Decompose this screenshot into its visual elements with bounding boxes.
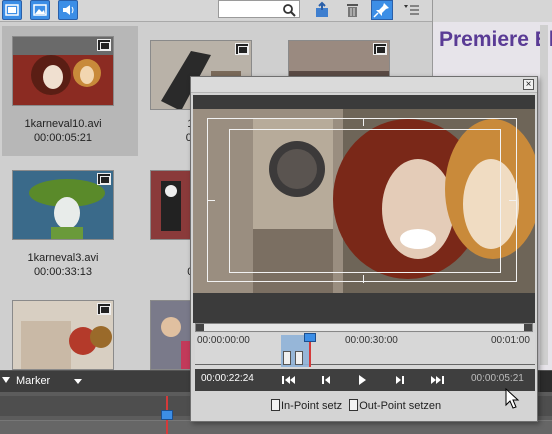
- audio-filter-icon: [63, 5, 74, 15]
- chevron-down-icon: [74, 379, 82, 384]
- in-point-icon: [271, 399, 280, 411]
- search-icon: [283, 4, 296, 17]
- ruler-mid-time: 00:00:30:00: [345, 335, 398, 346]
- timeline-track[interactable]: [0, 420, 552, 434]
- preview-time-ruler[interactable]: 00:00:00:00 00:00:30:00 00:01:00: [195, 333, 535, 369]
- preview-video-frame: [193, 109, 535, 293]
- mouse-cursor-icon: [505, 388, 520, 409]
- pin-button[interactable]: [371, 0, 393, 20]
- ruler-end-time: 00:01:00: [491, 335, 530, 346]
- current-timecode[interactable]: 00:00:22:24: [201, 373, 254, 384]
- out-point-icon: [349, 399, 359, 411]
- video-clip-icon: [97, 303, 111, 315]
- media-thumbnail: [12, 170, 114, 240]
- set-out-point-button[interactable]: Out-Point setzen: [345, 399, 442, 412]
- close-icon[interactable]: ×: [523, 79, 534, 90]
- preview-transport: 00:00:22:24 00:00:05:21: [195, 369, 535, 391]
- export-icon: [316, 1, 328, 17]
- go-to-end-icon: [431, 376, 444, 384]
- play-button[interactable]: [353, 372, 371, 388]
- in-point-marker[interactable]: [283, 351, 291, 365]
- video-clip-icon: [373, 43, 387, 55]
- media-thumbnail: [12, 36, 114, 106]
- image-filter-button[interactable]: [30, 0, 50, 20]
- export-button[interactable]: [313, 1, 333, 19]
- media-thumbnail: [12, 300, 114, 370]
- media-item-duration: 00:00:05:21: [33, 132, 93, 144]
- video-clip-icon: [97, 39, 111, 51]
- media-item-name: 1karneval10.avi: [24, 118, 102, 130]
- delete-button[interactable]: [343, 1, 363, 19]
- go-to-in-point-button[interactable]: [279, 372, 297, 388]
- clip-duration: 00:00:05:21: [471, 373, 524, 384]
- out-point-label: Out-Point setzen: [359, 400, 442, 412]
- in-point-label: In-Point setz: [281, 400, 343, 412]
- go-to-start-icon: [282, 376, 295, 384]
- marker-icon: [2, 377, 10, 383]
- safe-tick-top: [363, 118, 364, 126]
- media-item-name: 1karneval3.avi: [27, 252, 99, 264]
- out-point-marker[interactable]: [295, 351, 303, 365]
- timeline-control-button[interactable]: [540, 371, 552, 393]
- pin-icon: [373, 3, 389, 18]
- right-panel-heading: Premiere El: [439, 28, 552, 51]
- clip-preview-window: × 00:00:00:00 00:00:30:00 00:01:00 00:00…: [190, 76, 538, 422]
- ruler-ticks: [195, 351, 535, 365]
- audio-filter-button[interactable]: [58, 0, 78, 20]
- in-out-point-buttons: In-Point setz Out-Point setzen: [271, 399, 441, 412]
- video-clip-icon: [235, 43, 249, 55]
- video-clip-icon: [97, 173, 111, 185]
- ruler-start-time: 00:00:00:00: [197, 335, 250, 346]
- media-item-duration: 00:00:33:13: [33, 266, 93, 278]
- marker-label: Marker: [16, 375, 51, 387]
- search-input[interactable]: [218, 0, 300, 18]
- timeline-playhead-handle[interactable]: [161, 410, 173, 420]
- scroll-right-icon[interactable]: [524, 324, 532, 331]
- marker-menu-button[interactable]: Marker: [0, 371, 88, 393]
- step-back-icon: [322, 376, 330, 384]
- set-in-point-button[interactable]: In-Point setz: [271, 399, 343, 412]
- media-item[interactable]: 1karneval10.avi 00:00:05:21: [2, 26, 138, 156]
- video-filter-button[interactable]: [2, 0, 22, 20]
- scroll-left-icon[interactable]: [196, 324, 204, 331]
- video-filter-icon: [5, 4, 19, 16]
- preview-playhead-handle[interactable]: [304, 333, 316, 342]
- media-item[interactable]: 1karneval3.avi 00:00:33:13: [2, 156, 138, 286]
- image-filter-icon: [33, 4, 47, 16]
- right-panel-scrollbar[interactable]: [540, 25, 548, 365]
- list-view-button[interactable]: [402, 1, 422, 19]
- step-back-button[interactable]: [317, 372, 335, 388]
- safe-tick-left: [207, 200, 215, 201]
- safe-tick-right: [509, 200, 517, 201]
- media-toolbar: [0, 0, 432, 22]
- delete-icon: [347, 4, 358, 17]
- play-icon: [359, 375, 366, 385]
- safe-tick-bottom: [363, 275, 364, 283]
- step-forward-icon: [396, 376, 404, 384]
- preview-titlebar[interactable]: ×: [191, 77, 537, 93]
- list-view-icon: [404, 5, 419, 15]
- go-to-out-point-button[interactable]: [429, 372, 447, 388]
- step-forward-button[interactable]: [391, 372, 409, 388]
- title-safe-frame: [229, 129, 501, 273]
- right-panel-titlebar: [433, 0, 552, 22]
- preview-scrollbar[interactable]: [195, 323, 533, 332]
